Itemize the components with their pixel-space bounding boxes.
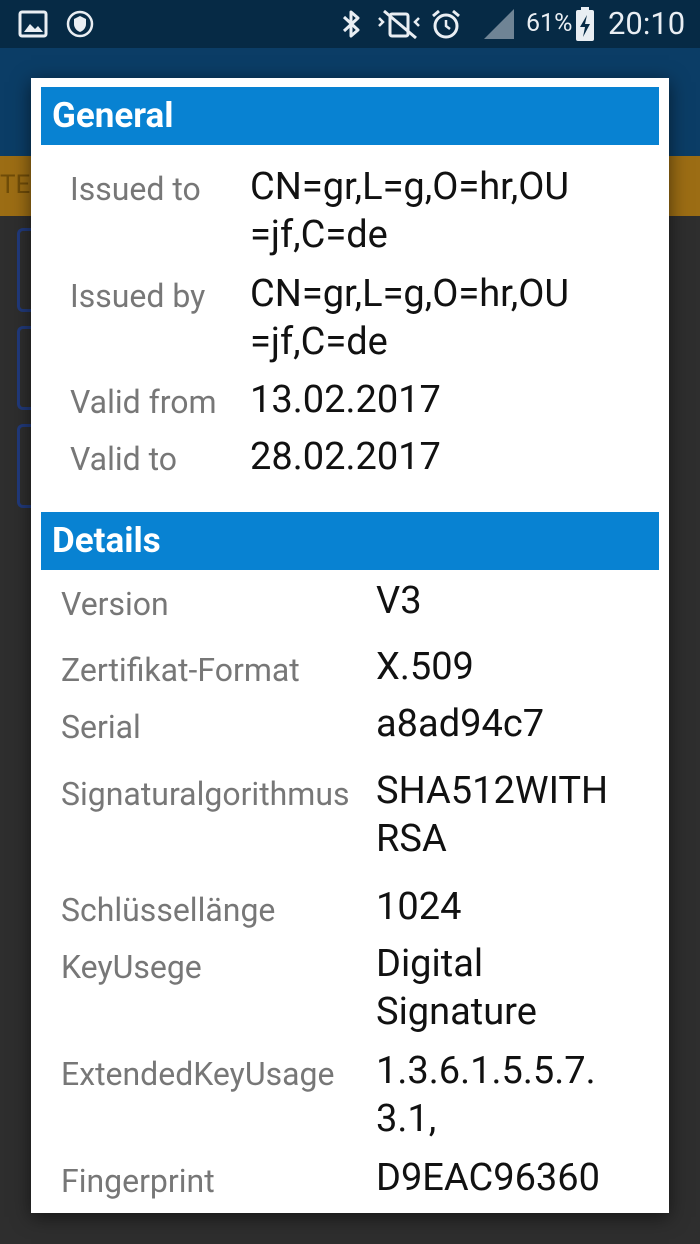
status-bar: 61% 20:10 [0,0,700,48]
certificate-dialog[interactable]: General Issued to CN=gr,L=g,O=hr,OU =jf,… [31,78,669,1213]
valid-to-value: 28.02.2017 [250,435,441,479]
clock: 20:10 [608,5,686,42]
shield-icon [66,0,94,48]
fingerprint-label: Fingerprint [61,1162,215,1200]
key-usage-label: KeyUsege [61,948,202,986]
signal-icon [482,0,516,48]
battery-charging-icon [574,0,596,48]
key-usage-value: Digital Signature [376,942,537,1034]
alarm-icon [430,0,462,48]
issued-to-label: Issued to [70,170,201,208]
certificate-format-value: X.509 [376,645,474,689]
valid-from-label: Valid from [70,383,217,421]
serial-label: Serial [61,708,141,746]
version-value: V3 [376,579,422,623]
valid-to-label: Valid to [70,440,178,478]
bluetooth-icon [336,0,366,48]
version-label: Version [61,585,169,623]
serial-value: a8ad94c7 [376,702,545,746]
extended-key-usage-label: ExtendedKeyUsage [61,1055,335,1093]
general-section-header: General [41,87,659,145]
key-length-value: 1024 [376,885,462,929]
gallery-icon [18,0,48,48]
issued-to-value: CN=gr,L=g,O=hr,OU =jf,C=de [250,165,570,257]
signature-algorithm-label: Signaturalgorithmus [61,775,350,813]
vibrate-mute-icon [376,0,422,48]
battery-percent: 61% [526,9,573,38]
banner-text: TE [0,170,31,200]
valid-from-value: 13.02.2017 [250,378,441,422]
issued-by-label: Issued by [70,277,206,315]
fingerprint-value: D9EAC96360 [376,1156,600,1200]
details-section-header: Details [41,512,659,570]
certificate-format-label: Zertifikat-Format [61,651,300,689]
extended-key-usage-value: 1.3.6.1.5.5.7. 3.1, [376,1049,596,1141]
issued-by-value: CN=gr,L=g,O=hr,OU =jf,C=de [250,272,570,364]
key-length-label: Schlüssellänge [61,891,276,929]
signature-algorithm-value: SHA512WITH RSA [376,769,609,861]
